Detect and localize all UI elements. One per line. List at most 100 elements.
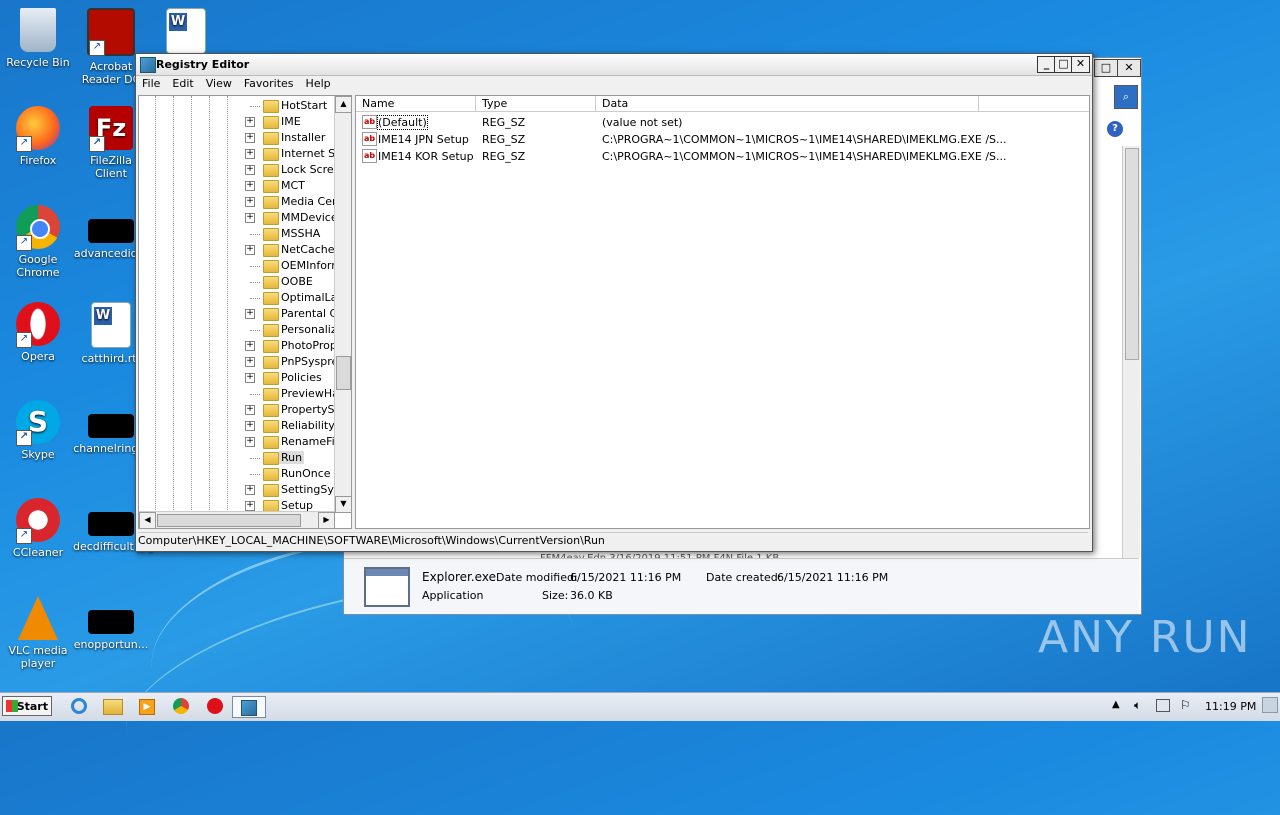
registry-editor-window[interactable]: Registry Editor _ □ ✕ File Edit View Favori…	[135, 53, 1093, 552]
key-tree[interactable]: HotStart + IME + Installer + Internet Se + Lock …	[138, 95, 352, 529]
menu-edit[interactable]: Edit	[166, 75, 199, 90]
values-list[interactable]: Name Type Data ab (Default) REG_SZ (valu…	[355, 95, 1090, 529]
column-header-data[interactable]: Data	[596, 96, 979, 112]
action-center-flag-icon[interactable]: ⚐	[1180, 698, 1191, 712]
tree-item[interactable]: OEMInform	[139, 258, 342, 274]
expand-icon[interactable]: +	[245, 485, 255, 495]
scroll-up-icon[interactable]: ▲	[335, 96, 351, 113]
tree-item[interactable]: + Parental Co	[139, 306, 344, 322]
title-bar[interactable]: Registry Editor _ □ ✕	[136, 54, 1092, 76]
tree-item[interactable]: + SettingSyn	[139, 482, 341, 498]
tree-item[interactable]: + RenameFile	[139, 434, 345, 450]
desktop-icon-vlc[interactable]: VLC media player	[0, 596, 76, 670]
tree-item[interactable]: MSSHA	[139, 226, 339, 242]
tree-item[interactable]: + PnPSysprep	[139, 354, 345, 370]
tree-item[interactable]: Run	[139, 450, 339, 466]
desktop-icon-ccleaner[interactable]: ↗ CCleaner	[0, 498, 76, 559]
expand-icon[interactable]: +	[245, 405, 255, 415]
expand-icon[interactable]: +	[245, 117, 255, 127]
expand-icon[interactable]: +	[245, 181, 255, 191]
scroll-thumb[interactable]	[336, 356, 351, 390]
show-desktop-button[interactable]	[1262, 697, 1278, 713]
expand-icon[interactable]: +	[245, 213, 255, 223]
expand-icon[interactable]: +	[245, 357, 255, 367]
tree-item[interactable]: + Lock Screen	[139, 162, 347, 178]
expand-icon[interactable]: +	[245, 245, 255, 255]
firefox-icon: ↗	[16, 106, 60, 152]
tree-item[interactable]: + NetCache	[139, 242, 339, 258]
tree-item[interactable]: OptimalLay	[139, 290, 344, 306]
desktop-icon-firefox[interactable]: ↗ Firefox	[0, 106, 76, 167]
tree-item[interactable]: Personalize	[139, 322, 343, 338]
tree-item[interactable]: + Internet Se	[139, 146, 342, 162]
expand-icon[interactable]: +	[245, 165, 255, 175]
vertical-scrollbar[interactable]	[1122, 146, 1140, 558]
close-icon[interactable]: ✕	[1117, 59, 1141, 77]
tree-item[interactable]: + PhotoPrope	[139, 338, 344, 354]
tree-item[interactable]: + MCT	[139, 178, 339, 194]
tree-item[interactable]: HotStart	[139, 98, 339, 114]
maximize-icon[interactable]: □	[1094, 59, 1118, 77]
desktop-icon-chrome[interactable]: ↗ Google Chrome	[0, 205, 76, 279]
value-row[interactable]: ab (Default) REG_SZ (value not set)	[356, 114, 1089, 131]
folder-icon	[263, 436, 279, 449]
desktop-icon-recycle-bin[interactable]: Recycle Bin	[0, 8, 76, 69]
expand-icon[interactable]: +	[245, 437, 255, 447]
close-button[interactable]: ✕	[1071, 56, 1090, 73]
desktop-icon-skype[interactable]: S ↗ Skype	[0, 400, 76, 461]
menu-favorites[interactable]: Favorites	[238, 75, 300, 90]
desktop-icon-enopportun[interactable]: enopportun...	[73, 596, 149, 651]
tree-item[interactable]: + Policies	[139, 370, 339, 386]
desktop-icon-opera[interactable]: ↗ Opera	[0, 302, 76, 363]
scroll-left-icon[interactable]: ◀	[139, 512, 156, 528]
value-row[interactable]: ab IME14 KOR Setup REG_SZ C:\PROGRA~1\CO…	[356, 148, 1089, 165]
value-row[interactable]: ab IME14 JPN Setup REG_SZ C:\PROGRA~1\CO…	[356, 131, 1089, 148]
details-filename: Explorer.exe	[422, 570, 496, 584]
file-explorer-icon[interactable]	[102, 696, 124, 716]
opera-taskbar-icon[interactable]	[204, 696, 226, 716]
internet-explorer-icon[interactable]	[68, 696, 90, 716]
regedit-taskbar-button[interactable]	[232, 696, 266, 718]
desktop-icon-word-doc[interactable]: W	[148, 8, 224, 58]
menu-view[interactable]: View	[200, 75, 238, 90]
expand-icon[interactable]: +	[245, 421, 255, 431]
menu-file[interactable]: File	[136, 75, 166, 90]
network-icon[interactable]	[1156, 699, 1170, 712]
show-hidden-icons-icon[interactable]: ▲	[1112, 699, 1120, 710]
tree-item[interactable]: RunOnce	[139, 466, 339, 482]
tree-item[interactable]: OOBE	[139, 274, 339, 290]
tree-horizontal-scrollbar[interactable]: ◀ ▶	[139, 511, 335, 528]
volume-icon[interactable]: 🔈︎	[1134, 698, 1141, 713]
expand-icon[interactable]: +	[245, 149, 255, 159]
tree-item[interactable]: PreviewHar	[139, 386, 343, 402]
tree-item[interactable]: + Media Cent	[139, 194, 343, 210]
tree-item[interactable]: + Installer	[139, 130, 339, 146]
tree-item[interactable]: + PropertySy	[139, 402, 341, 418]
folder-icon	[263, 404, 279, 417]
scroll-right-icon[interactable]: ▶	[318, 512, 335, 528]
expand-icon[interactable]: +	[245, 197, 255, 207]
search-button[interactable]: ⌕	[1114, 85, 1138, 109]
tree-vertical-scrollbar[interactable]: ▲ ▼	[334, 96, 351, 513]
scroll-thumb[interactable]	[157, 514, 301, 527]
column-header-name[interactable]: Name	[356, 96, 476, 112]
expand-icon[interactable]: +	[245, 501, 255, 511]
expand-icon[interactable]: +	[245, 309, 255, 319]
tree-item[interactable]: + IME	[139, 114, 339, 130]
media-player-icon[interactable]: ▶	[136, 696, 158, 716]
tree-item-label: MCT	[281, 179, 305, 192]
scroll-down-icon[interactable]: ▼	[335, 496, 351, 513]
expand-icon[interactable]: +	[245, 133, 255, 143]
shortcut-arrow-icon: ↗	[89, 136, 105, 152]
clock[interactable]: 11:19 PM	[1205, 700, 1256, 713]
menu-help[interactable]: Help	[300, 75, 337, 90]
start-button[interactable]: Start	[2, 696, 52, 716]
folder-icon	[263, 388, 279, 401]
help-icon[interactable]: ?	[1107, 121, 1123, 137]
chrome-taskbar-icon[interactable]	[170, 696, 192, 716]
column-header-type[interactable]: Type	[476, 96, 596, 112]
tree-item[interactable]: + Reliability	[139, 418, 339, 434]
expand-icon[interactable]: +	[245, 373, 255, 383]
expand-icon[interactable]: +	[245, 341, 255, 351]
tree-item[interactable]: + MMDevices	[139, 210, 343, 226]
